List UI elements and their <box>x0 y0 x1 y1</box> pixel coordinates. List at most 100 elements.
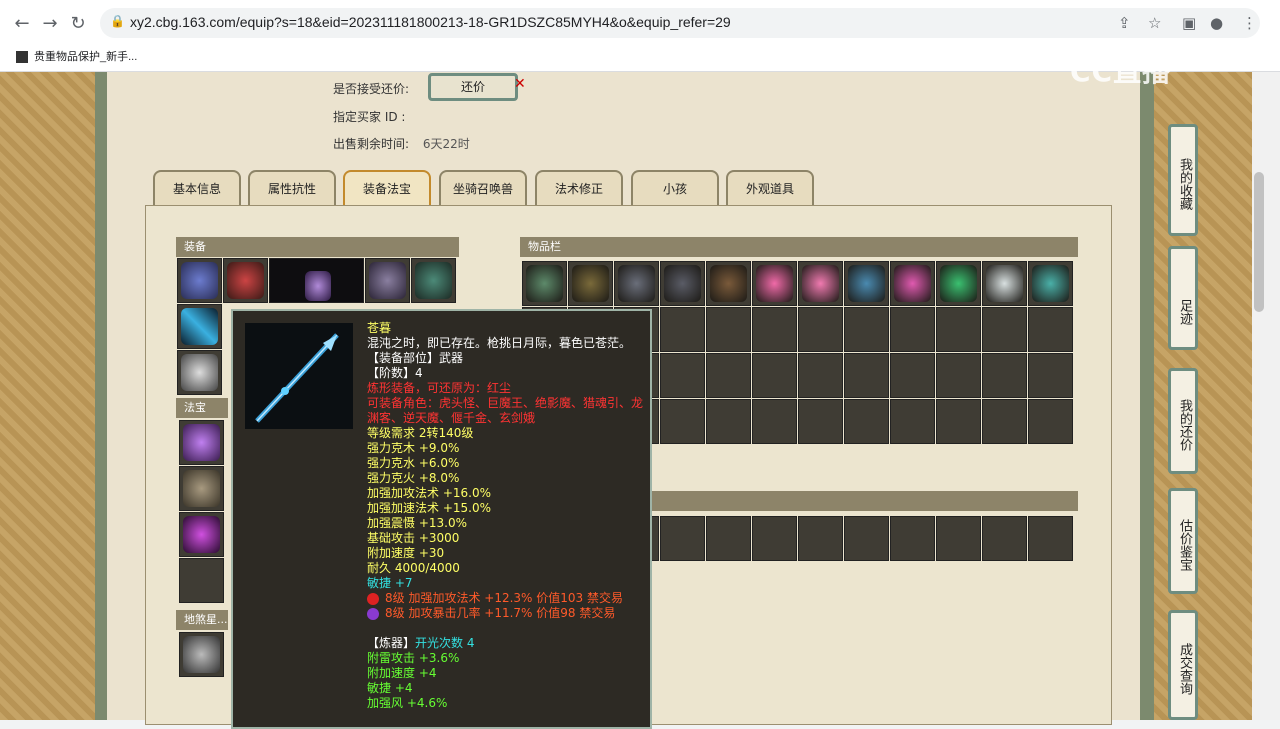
secondary-slot[interactable] <box>660 516 705 561</box>
inventory-slot[interactable] <box>752 261 797 306</box>
lock-icon[interactable]: 🔒 <box>110 14 125 28</box>
inventory-slot[interactable] <box>1028 307 1073 352</box>
tab-spell-correction[interactable]: 法术修正 <box>535 170 623 206</box>
reload-icon[interactable]: ↻ <box>66 12 90 36</box>
item-stat: 基础攻击 +3000 <box>367 531 460 545</box>
equip-slot[interactable] <box>223 258 268 303</box>
share-icon[interactable]: ⇪ <box>1118 14 1131 32</box>
refiner-count: 开光次数 4 <box>415 636 475 650</box>
inventory-slot[interactable] <box>522 261 567 306</box>
fabao-icon <box>183 470 220 507</box>
tab-mounts-pets[interactable]: 坐骑召唤兽 <box>439 170 527 206</box>
inventory-slot[interactable] <box>798 399 843 444</box>
item-stat: 耐久 4000/4000 <box>367 561 460 575</box>
inventory-slot[interactable] <box>936 399 981 444</box>
inventory-slot[interactable] <box>936 261 981 306</box>
bargain-button[interactable]: 还价 <box>428 73 518 101</box>
sidepanel-icon[interactable]: ▣ <box>1182 14 1196 32</box>
inventory-slot[interactable] <box>798 353 843 398</box>
inventory-slot[interactable] <box>752 399 797 444</box>
fabao-slot[interactable] <box>179 558 224 603</box>
secondary-slot[interactable] <box>844 516 889 561</box>
equip-slot[interactable] <box>177 350 222 395</box>
inventory-slot[interactable] <box>660 399 705 444</box>
equip-slot[interactable] <box>177 258 222 303</box>
profile-icon[interactable]: ● <box>1210 14 1223 32</box>
inventory-slot[interactable] <box>568 261 613 306</box>
bookmark-item[interactable]: 贵重物品保护_新手... <box>16 48 137 64</box>
my-favorites-button[interactable]: 我的收藏 <box>1168 124 1198 236</box>
item-agility: 敏捷 +7 <box>367 576 413 590</box>
tab-attributes[interactable]: 属性抗性 <box>248 170 336 206</box>
my-bargain-button[interactable]: 我的还价 <box>1168 368 1198 474</box>
inventory-slot[interactable] <box>890 261 935 306</box>
tab-child[interactable]: 小孩 <box>631 170 719 206</box>
inventory-item-icon <box>526 265 563 302</box>
inventory-slot[interactable] <box>706 261 751 306</box>
inventory-slot[interactable] <box>752 307 797 352</box>
appraisal-button[interactable]: 估价鉴宝 <box>1168 488 1198 594</box>
secondary-slot[interactable] <box>752 516 797 561</box>
inventory-slot[interactable] <box>660 261 705 306</box>
inventory-slot[interactable] <box>844 261 889 306</box>
secondary-slot[interactable] <box>890 516 935 561</box>
inventory-slot[interactable] <box>614 261 659 306</box>
inventory-slot[interactable] <box>936 307 981 352</box>
secondary-slot[interactable] <box>982 516 1027 561</box>
spear-icon <box>255 333 339 423</box>
fabao-slot[interactable] <box>179 420 224 465</box>
inventory-slot[interactable] <box>936 353 981 398</box>
secondary-slot[interactable] <box>798 516 843 561</box>
inventory-slot[interactable] <box>1028 353 1073 398</box>
inventory-slot[interactable] <box>890 399 935 444</box>
tab-appearance[interactable]: 外观道具 <box>726 170 814 206</box>
fabao-slot[interactable] <box>179 512 224 557</box>
back-icon[interactable]: ← <box>10 12 34 36</box>
inventory-slot[interactable] <box>1028 399 1073 444</box>
equip-slot[interactable] <box>411 258 456 303</box>
inventory-slot[interactable] <box>844 307 889 352</box>
inventory-slot[interactable] <box>844 399 889 444</box>
menu-icon[interactable]: ⋮ <box>1242 14 1257 32</box>
disha-slot[interactable] <box>179 632 224 677</box>
equip-slot[interactable] <box>365 258 410 303</box>
inventory-slot[interactable] <box>706 353 751 398</box>
star-icon[interactable]: ☆ <box>1148 14 1161 32</box>
transaction-query-button[interactable]: 成交查询 <box>1168 610 1198 720</box>
inventory-header: 物品栏 <box>520 237 1078 257</box>
inventory-slot[interactable] <box>890 353 935 398</box>
secondary-slot[interactable] <box>936 516 981 561</box>
scrollbar[interactable] <box>1252 72 1280 720</box>
inventory-slot[interactable] <box>982 261 1027 306</box>
refiner-stat: 附加速度 +4 <box>367 666 437 680</box>
inventory-slot[interactable] <box>798 307 843 352</box>
tab-equipment[interactable]: 装备法宝 <box>343 170 431 206</box>
inventory-slot[interactable] <box>660 353 705 398</box>
item-name: 苍暮 <box>367 321 392 335</box>
tab-basic-info[interactable]: 基本信息 <box>153 170 241 206</box>
inventory-slot[interactable] <box>890 307 935 352</box>
equip-slot-weapon[interactable] <box>177 304 222 349</box>
inventory-slot[interactable] <box>982 307 1027 352</box>
inventory-slot[interactable] <box>844 353 889 398</box>
secondary-slot[interactable] <box>706 516 751 561</box>
forward-icon[interactable]: → <box>38 12 62 36</box>
inventory-slot[interactable] <box>752 353 797 398</box>
disha-header: 地煞星... <box>176 610 228 630</box>
inventory-slot[interactable] <box>1028 261 1073 306</box>
inventory-slot[interactable] <box>798 261 843 306</box>
url-text[interactable]: xy2.cbg.163.com/equip?s=18&eid=202311181… <box>130 14 731 30</box>
inventory-item-icon <box>1032 265 1069 302</box>
inventory-slot[interactable] <box>706 307 751 352</box>
item-stat: 加强加速法术 +15.0% <box>367 501 491 515</box>
close-icon: ✕ <box>514 76 526 92</box>
item-tooltip: 苍暮 混沌之时，即已存在。枪挑日月际，暮色已苍茫。 【装备部位】武器 【阶数】4… <box>231 309 652 729</box>
inventory-slot[interactable] <box>982 353 1027 398</box>
footprint-button[interactable]: 足迹 <box>1168 246 1198 350</box>
scroll-thumb[interactable] <box>1254 172 1264 312</box>
inventory-slot[interactable] <box>706 399 751 444</box>
fabao-slot[interactable] <box>179 466 224 511</box>
inventory-slot[interactable] <box>982 399 1027 444</box>
secondary-slot[interactable] <box>1028 516 1073 561</box>
inventory-slot[interactable] <box>660 307 705 352</box>
